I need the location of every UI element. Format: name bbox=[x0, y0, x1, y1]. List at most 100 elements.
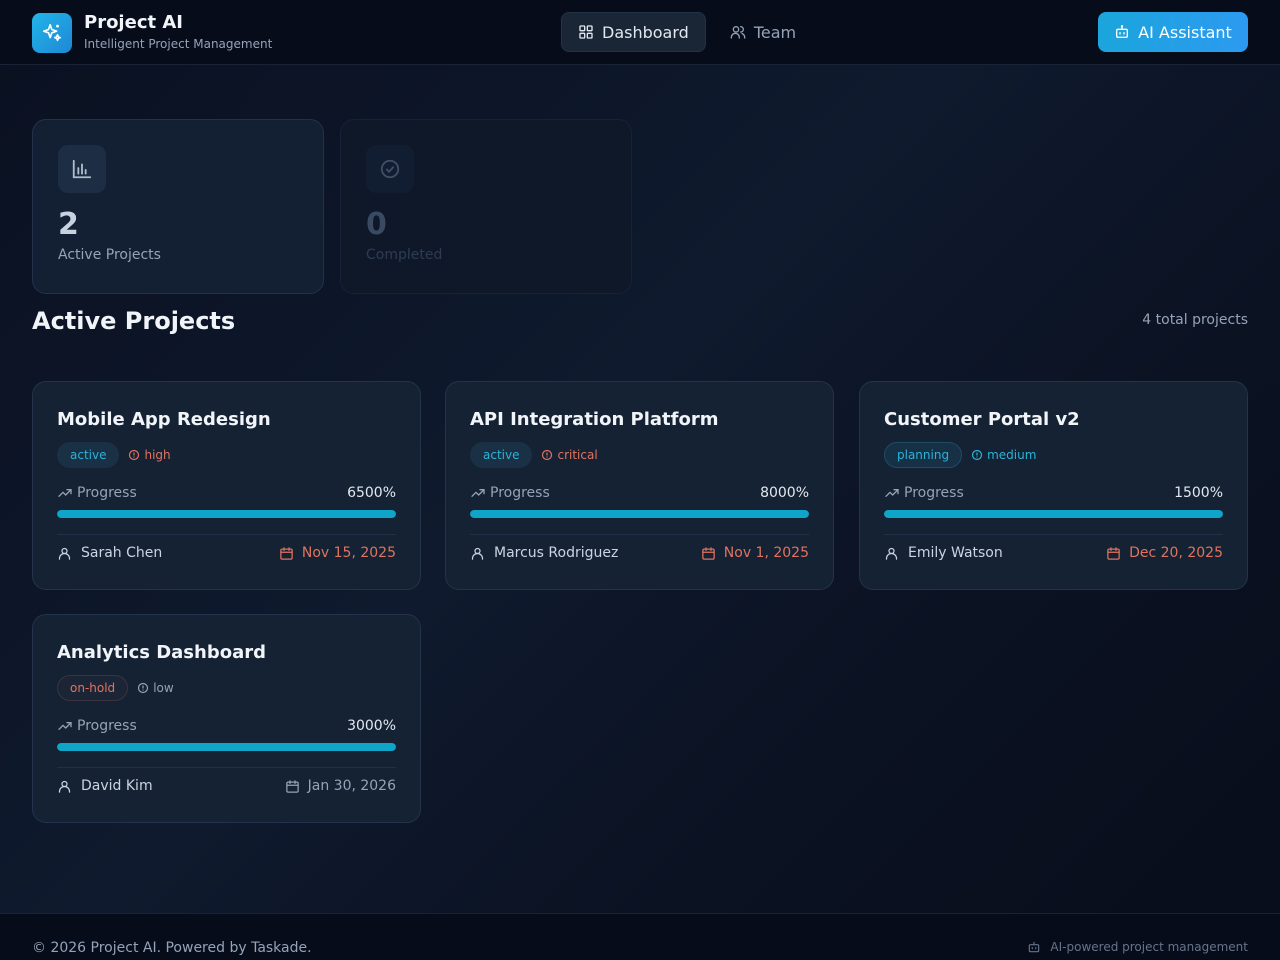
due-date: Jan 30, 2026 bbox=[285, 778, 396, 794]
users-icon bbox=[730, 26, 746, 39]
brand[interactable]: Project AI Intelligent Project Managemen… bbox=[32, 12, 272, 53]
progress-fill bbox=[57, 743, 396, 751]
user-icon bbox=[58, 780, 71, 793]
progress-label-wrap: Progress bbox=[470, 485, 550, 501]
progress-label: Progress bbox=[77, 485, 137, 501]
project-meta: Marcus Rodriguez Nov 1, 2025 bbox=[470, 545, 809, 561]
divider bbox=[57, 534, 396, 535]
due-date: Nov 15, 2025 bbox=[279, 545, 396, 561]
progress-fill bbox=[884, 510, 1223, 518]
divider bbox=[884, 534, 1223, 535]
priority-indicator: critical bbox=[541, 448, 598, 462]
progress-bar bbox=[470, 510, 809, 518]
main-nav: Dashboard Team bbox=[561, 12, 812, 52]
calendar-icon bbox=[702, 546, 715, 560]
trending-up-icon bbox=[58, 489, 72, 497]
app-title: Project AI bbox=[84, 12, 183, 33]
owner-name: Marcus Rodriguez bbox=[494, 545, 619, 561]
app-footer: © 2026 Project AI. Powered by Taskade. A… bbox=[0, 913, 1280, 960]
alert-circle-icon bbox=[129, 449, 140, 461]
owner: Marcus Rodriguez bbox=[470, 545, 618, 561]
progress-label-wrap: Progress bbox=[57, 485, 137, 501]
owner-name: Sarah Chen bbox=[81, 545, 163, 561]
progress-value: 3000% bbox=[347, 718, 396, 734]
ai-assistant-button[interactable]: AI Assistant bbox=[1098, 12, 1248, 52]
owner-name: David Kim bbox=[81, 778, 153, 794]
progress-label: Progress bbox=[77, 718, 137, 734]
priority-indicator: low bbox=[137, 681, 174, 695]
nav-team-label: Team bbox=[753, 22, 797, 42]
status-badge: on-hold bbox=[57, 675, 129, 701]
user-icon bbox=[885, 547, 898, 560]
nav-team[interactable]: Team bbox=[714, 12, 812, 52]
bot-icon bbox=[1029, 941, 1040, 953]
status-badge: planning bbox=[884, 442, 963, 468]
stat-card-completed: 0 Completed bbox=[340, 119, 632, 294]
progress-row: Progress 1500% bbox=[884, 485, 1223, 501]
progress-fill bbox=[57, 510, 396, 518]
owner-name: Emily Watson bbox=[908, 545, 1003, 561]
project-badges: active critical bbox=[470, 442, 809, 468]
due-date-label: Nov 15, 2025 bbox=[301, 545, 396, 561]
nav-dashboard-label: Dashboard bbox=[602, 22, 689, 42]
project-title: Mobile App Redesign bbox=[57, 409, 271, 430]
due-date-label: Jan 30, 2026 bbox=[307, 778, 396, 794]
divider bbox=[470, 534, 809, 535]
project-title: API Integration Platform bbox=[470, 409, 719, 430]
stat-value: 0 bbox=[366, 207, 387, 242]
progress-value: 1500% bbox=[1174, 485, 1223, 501]
due-date: Dec 20, 2025 bbox=[1106, 545, 1223, 561]
stat-card-active: 2 Active Projects bbox=[32, 119, 324, 294]
project-count: 4 total projects bbox=[1142, 312, 1248, 328]
progress-bar bbox=[57, 510, 396, 518]
alert-circle-icon bbox=[138, 682, 149, 694]
priority-label: critical bbox=[557, 448, 598, 462]
stat-value: 2 bbox=[58, 207, 79, 242]
progress-row: Progress 3000% bbox=[57, 718, 396, 734]
owner: Emily Watson bbox=[884, 545, 1003, 561]
due-date-label: Dec 20, 2025 bbox=[1129, 545, 1223, 561]
progress-bar bbox=[57, 743, 396, 751]
progress-label: Progress bbox=[490, 485, 550, 501]
progress-row: Progress 8000% bbox=[470, 485, 809, 501]
progress-row: Progress 6500% bbox=[57, 485, 396, 501]
calendar-icon bbox=[280, 546, 293, 560]
ai-assistant-label: AI Assistant bbox=[1138, 22, 1232, 42]
project-badges: active high bbox=[57, 442, 396, 468]
priority-label: low bbox=[153, 681, 174, 695]
priority-indicator: medium bbox=[971, 448, 1036, 462]
user-icon bbox=[58, 547, 71, 560]
progress-bar bbox=[884, 510, 1223, 518]
project-card[interactable]: API Integration Platform active critical… bbox=[445, 381, 834, 590]
project-card[interactable]: Mobile App Redesign active high Progress… bbox=[32, 381, 421, 590]
progress-label-wrap: Progress bbox=[884, 485, 964, 501]
calendar-icon bbox=[1107, 546, 1120, 560]
bot-icon bbox=[1116, 25, 1129, 38]
footer-tagline-wrap: AI-powered project management bbox=[1027, 940, 1248, 954]
bar-chart-icon bbox=[58, 145, 106, 193]
nav-dashboard[interactable]: Dashboard bbox=[561, 12, 706, 52]
owner: Sarah Chen bbox=[57, 545, 162, 561]
due-date-label: Nov 1, 2025 bbox=[723, 545, 809, 561]
project-meta: Sarah Chen Nov 15, 2025 bbox=[57, 545, 396, 561]
trending-up-icon bbox=[58, 722, 72, 730]
trending-up-icon bbox=[471, 489, 485, 497]
footer-copyright: © 2026 Project AI. Powered by Taskade. bbox=[32, 940, 312, 956]
project-card[interactable]: Analytics Dashboard on-hold low Progress… bbox=[32, 614, 421, 823]
progress-fill bbox=[470, 510, 809, 518]
project-meta: Emily Watson Dec 20, 2025 bbox=[884, 545, 1223, 561]
project-card[interactable]: Customer Portal v2 planning medium Progr… bbox=[859, 381, 1248, 590]
alert-circle-icon bbox=[971, 449, 983, 461]
owner: David Kim bbox=[57, 778, 153, 794]
priority-indicator: high bbox=[128, 448, 171, 462]
calendar-icon bbox=[285, 779, 299, 793]
project-meta: David Kim Jan 30, 2026 bbox=[57, 778, 396, 794]
project-badges: on-hold low bbox=[57, 675, 396, 701]
progress-value: 6500% bbox=[347, 485, 396, 501]
user-icon bbox=[471, 547, 484, 560]
project-title: Analytics Dashboard bbox=[57, 642, 266, 663]
trending-up-icon bbox=[885, 489, 899, 497]
app-header: Project AI Intelligent Project Managemen… bbox=[0, 0, 1280, 65]
stat-label: Completed bbox=[366, 247, 443, 263]
sparkles-icon bbox=[32, 12, 72, 53]
